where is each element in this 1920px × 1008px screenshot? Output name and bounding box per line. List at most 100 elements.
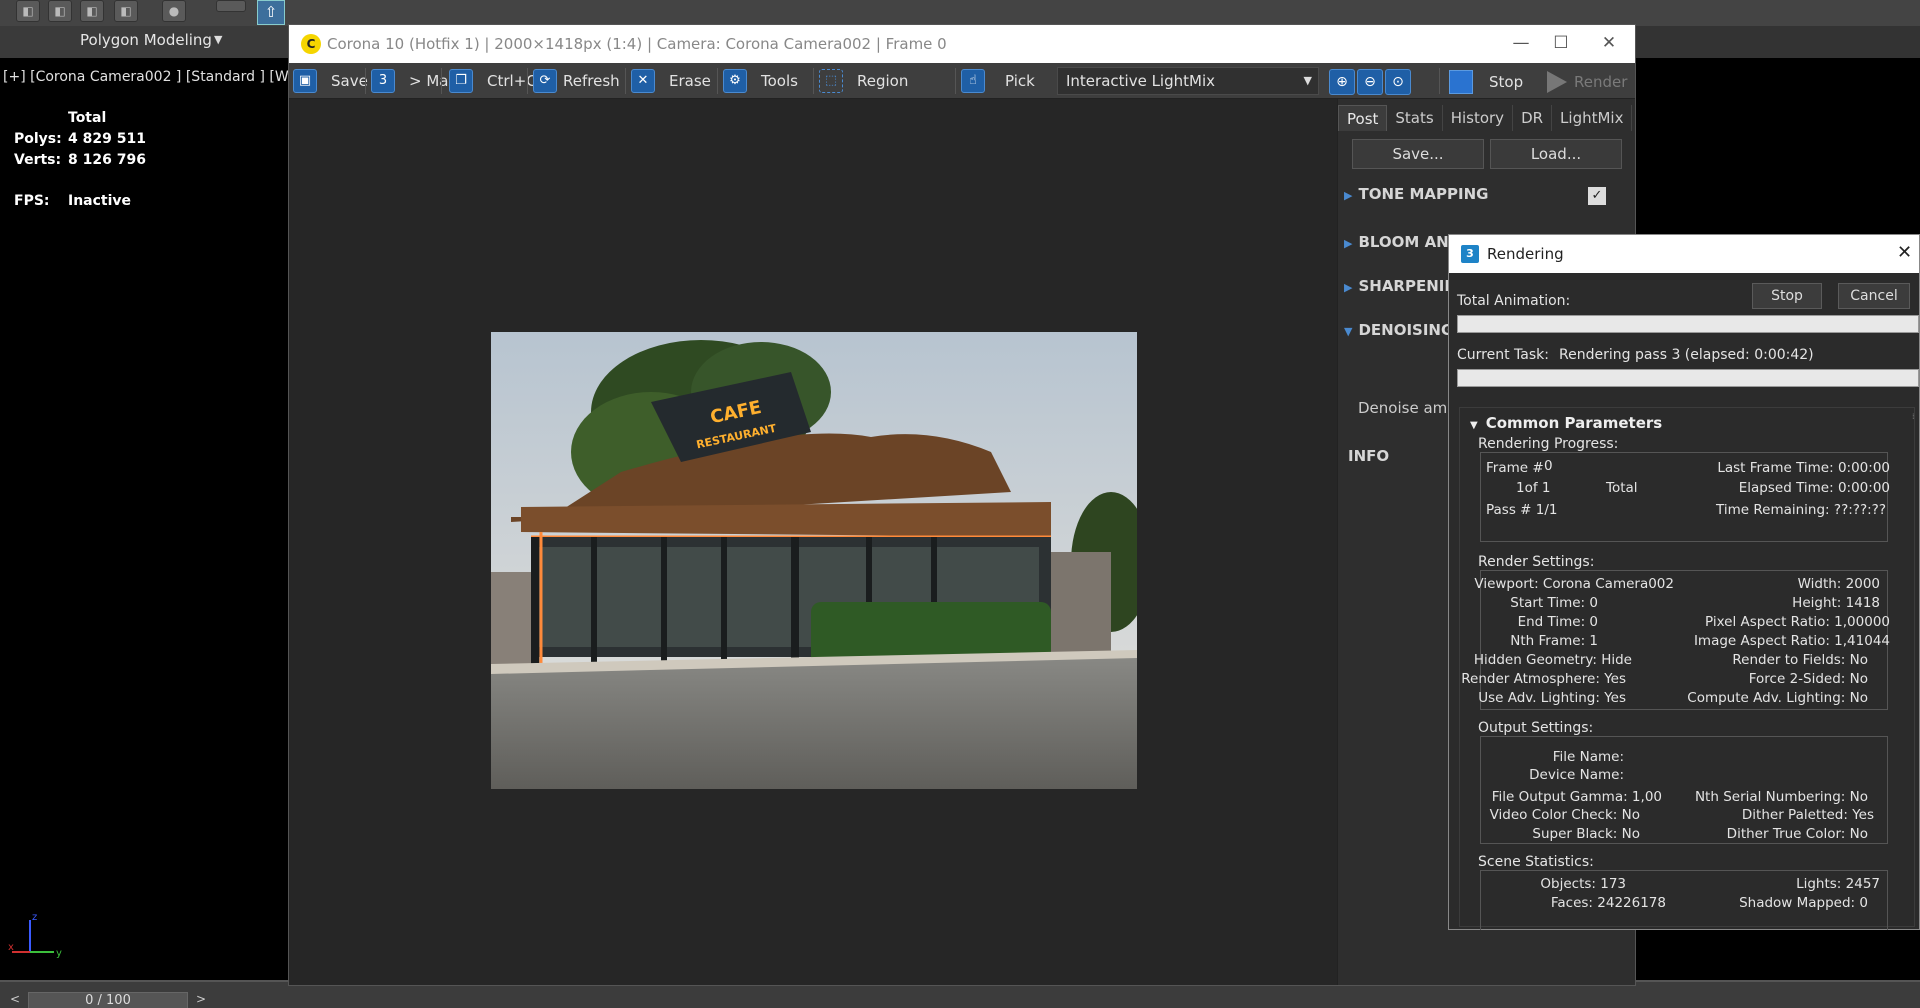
- tab-stats[interactable]: Stats: [1387, 105, 1443, 131]
- vfb-titlebar[interactable]: C Corona 10 (Hotfix 1) | 2000×1418px (1:…: [289, 25, 1635, 63]
- polys-value: 4 829 511: [68, 131, 146, 147]
- copy-icon: ❐: [449, 69, 473, 93]
- vfb-toolbar: ▣ Save 3 > Max ❐ Ctrl+C ⟳ Refresh ✕ Erase ⚙ To…: [289, 63, 1635, 99]
- fps-value: Inactive: [68, 193, 132, 209]
- viewport-label[interactable]: [+] [Corona Camera002 ] [Standard ] [Wir…: [3, 69, 288, 85]
- video-color-check: Video Color Check: No: [1489, 807, 1640, 823]
- cafe-restaurant-render: CAFE RESTAURANT: [491, 332, 1137, 789]
- toolbar-button-icon[interactable]: [216, 0, 246, 12]
- rendering-progress-title: Rendering Progress:: [1478, 436, 1619, 452]
- polygon-modeling-dropdown[interactable]: Polygon Modeling: [80, 31, 212, 49]
- next-frame-icon[interactable]: >: [196, 992, 206, 1006]
- rendering-dialog: 3 Rendering ✕ Total Animation: Stop Canc…: [1448, 234, 1920, 930]
- tab-lightmix[interactable]: LightMix: [1552, 105, 1633, 131]
- expand-arrow-icon: ▶: [1344, 189, 1353, 202]
- copy-button[interactable]: ❐ Ctrl+C: [449, 67, 537, 95]
- render-play-icon: [1547, 71, 1567, 93]
- dither-true-color: Dither True Color: No: [1726, 826, 1868, 842]
- toolbar-divider: [527, 68, 528, 94]
- chevron-down-icon: ▼: [214, 33, 223, 46]
- expand-arrow-icon: ▶: [1344, 281, 1353, 294]
- section-tone-mapping[interactable]: ▶ TONE MAPPING: [1344, 185, 1488, 203]
- post-load-button[interactable]: Load...: [1490, 139, 1622, 169]
- stats-total-header: Total: [68, 110, 107, 126]
- section-denoising[interactable]: ▼ DENOISING: [1344, 321, 1453, 339]
- axis-y-label: y: [56, 948, 62, 959]
- lightmix-selected-value: Interactive LightMix: [1066, 72, 1215, 90]
- render-atmosphere-setting: Render Atmosphere: Yes: [1461, 671, 1626, 687]
- tab-history[interactable]: History: [1443, 105, 1514, 131]
- close-button[interactable]: ✕: [1589, 31, 1629, 55]
- toolbar-button-icon[interactable]: ◧: [16, 0, 40, 22]
- file-output-gamma: File Output Gamma: 1,00: [1491, 789, 1662, 805]
- render-settings-title: Render Settings:: [1478, 554, 1595, 570]
- total-animation-progress: [1457, 315, 1919, 333]
- refresh-button[interactable]: ⟳ Refresh: [533, 67, 620, 95]
- tools-button[interactable]: ⚙ Tools: [723, 67, 798, 95]
- pixel-aspect-setting: Pixel Aspect Ratio: 1,00000: [1705, 614, 1890, 630]
- rollout-handle-icon[interactable]: ⁞: [1912, 412, 1918, 422]
- minimize-button[interactable]: —: [1501, 31, 1541, 55]
- frame-count: 1of 1: [1516, 480, 1551, 496]
- image-aspect-setting: Image Aspect Ratio: 1,41044: [1693, 633, 1890, 649]
- toolbar-button-icon[interactable]: ◧: [114, 0, 138, 22]
- region-button[interactable]: ⬚ Region: [819, 67, 908, 95]
- post-save-button[interactable]: Save...: [1352, 139, 1484, 169]
- current-task-label: Current Task:: [1457, 347, 1549, 363]
- prev-frame-icon[interactable]: <: [10, 992, 20, 1006]
- render-button[interactable]: Render: [1574, 73, 1627, 91]
- toolbar-button-icon[interactable]: ◧: [48, 0, 72, 22]
- pick-button[interactable]: ☝ Pick: [961, 67, 1035, 95]
- erase-button[interactable]: ✕ Erase: [631, 67, 711, 95]
- lightmix-dropdown[interactable]: Interactive LightMix ▼: [1057, 67, 1319, 95]
- collapse-arrow-icon: ▼: [1344, 325, 1353, 338]
- zoom-in-icon[interactable]: ⊕: [1329, 69, 1355, 95]
- toolbar-divider: [441, 68, 442, 94]
- max-right-toolbar-area: [1636, 26, 1920, 58]
- scene-statistics-title: Scene Statistics:: [1478, 854, 1594, 870]
- stop-button[interactable]: Stop: [1489, 73, 1523, 91]
- close-icon[interactable]: ✕: [1897, 242, 1912, 263]
- record-icon[interactable]: ●: [162, 0, 186, 22]
- zoom-out-icon[interactable]: ⊖: [1357, 69, 1383, 95]
- toolbar-divider: [1439, 68, 1440, 94]
- end-time-setting: End Time: 0: [1517, 614, 1598, 630]
- stop-icon[interactable]: [1449, 70, 1473, 94]
- time-slider[interactable]: 0 / 100: [28, 992, 188, 1008]
- tab-dr[interactable]: DR: [1513, 105, 1553, 131]
- chevron-down-icon: ▼: [1303, 74, 1312, 87]
- use-adv-lighting-setting: Use Adv. Lighting: Yes: [1478, 690, 1626, 706]
- section-info[interactable]: INFO: [1348, 447, 1389, 465]
- tone-mapping-checkbox[interactable]: ✓: [1588, 187, 1606, 205]
- max-logo-icon: 3: [1461, 245, 1479, 263]
- render-canvas[interactable]: CAFE RESTAURANT: [289, 99, 1337, 985]
- toolbar-button-icon[interactable]: ◧: [80, 0, 104, 22]
- tab-post[interactable]: Post: [1338, 105, 1388, 131]
- total-label: Total: [1606, 480, 1638, 496]
- active-tool-icon[interactable]: ⇧: [257, 0, 285, 25]
- save-button[interactable]: ▣ Save: [293, 67, 368, 95]
- maximize-button[interactable]: ☐: [1541, 31, 1581, 55]
- force-two-sided-setting: Force 2-Sided: No: [1748, 671, 1868, 687]
- toolbar-divider: [625, 68, 626, 94]
- width-setting: Width: 2000: [1797, 576, 1880, 592]
- faces-count: Faces: 24226178: [1550, 895, 1666, 911]
- time-remaining: Time Remaining: ??:??:??: [1716, 502, 1886, 518]
- current-task-value: Rendering pass 3 (elapsed: 0:00:42): [1559, 347, 1814, 363]
- dialog-titlebar[interactable]: 3 Rendering ✕: [1449, 235, 1919, 273]
- dialog-cancel-button[interactable]: Cancel: [1838, 283, 1910, 309]
- send-to-max-button[interactable]: 3 > Max: [371, 67, 457, 95]
- render-preview-image: CAFE RESTAURANT: [491, 332, 1137, 789]
- shadow-mapped-count: Shadow Mapped: 0: [1739, 895, 1868, 911]
- lights-count: Lights: 2457: [1796, 876, 1880, 892]
- polys-label: Polys:: [14, 131, 62, 147]
- dialog-stop-button[interactable]: Stop: [1752, 283, 1822, 309]
- zoom-fit-icon[interactable]: ⊙: [1385, 69, 1411, 95]
- nth-serial-numbering: Nth Serial Numbering: No: [1694, 789, 1868, 805]
- close-icon: ✕: [631, 69, 655, 93]
- axis-x-label: x: [8, 942, 14, 953]
- dialog-title: Rendering: [1487, 245, 1564, 263]
- dither-paletted: Dither Paletted: Yes: [1741, 807, 1874, 823]
- render-to-fields-setting: Render to Fields: No: [1732, 652, 1868, 668]
- common-parameters-header[interactable]: ▼ Common Parameters: [1470, 414, 1662, 432]
